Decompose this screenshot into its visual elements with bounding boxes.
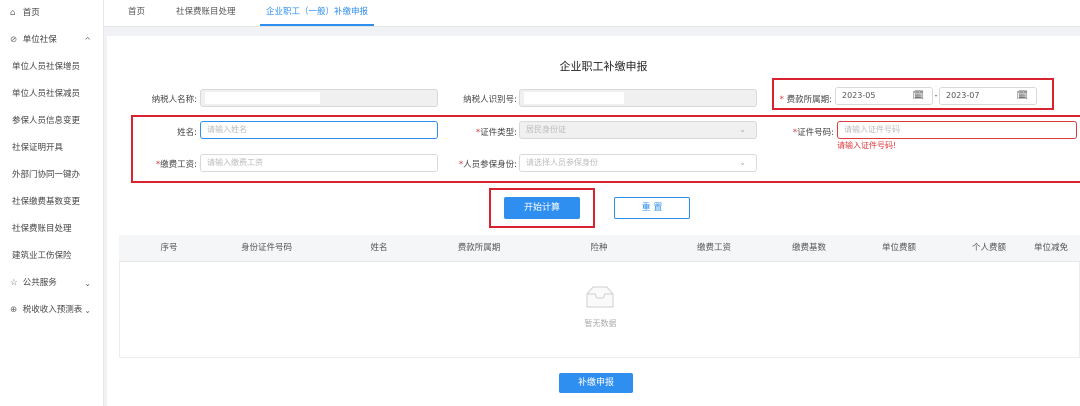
sidebar-item-label: 单位人员社保减员 [12, 89, 81, 99]
name-input[interactable]: 请输入姓名 [200, 121, 438, 139]
calendar-icon[interactable]: 🗓 [913, 88, 924, 104]
tab-supplement-declaration[interactable]: 企业职工（一般）补缴申报 [260, 0, 375, 26]
chart-icon: ⊕ [10, 305, 18, 315]
sidebar-item-label: 单位社保 [22, 35, 57, 45]
taxpayer-id-label: 纳税人识别号: [463, 95, 517, 105]
id-number-label: *证件号码: [792, 128, 834, 138]
sidebar-item-info-change[interactable]: 参保人员信息变更 [0, 108, 103, 135]
table-header: 序号 身份证件号码 姓名 费款所属期 险种 缴费工资 缴费基数 单位费额 个人费… [119, 235, 1080, 262]
column-header: 费款所属期 [457, 243, 501, 253]
sidebar-item-label: 社保证明开具 [12, 143, 64, 153]
sidebar-item-label: 外部门协同一键办 [12, 170, 81, 180]
sidebar-group-tax-forecast[interactable]: ⊕ 税收收入预测表 ⌄ [0, 297, 103, 324]
sidebar-item-add-staff[interactable]: 单位人员社保增员 [0, 54, 103, 81]
sidebar-item-base-change[interactable]: 社保缴费基数变更 [0, 189, 103, 216]
main-content: 企业职工补缴申报 纳税人名称: 纳税人识别号: * 费款所属期: 2023-05… [107, 36, 1080, 406]
sidebar-group-unit-social-security[interactable]: ⊘ 单位社保 ^ [0, 27, 103, 54]
chevron-down-icon: ⌄ [84, 279, 91, 288]
tab-bar: 首页 社保费账目处理 企业职工（一般）补缴申报 [104, 0, 1080, 27]
sidebar-item-label: 单位人员社保增员 [12, 62, 81, 72]
sidebar-item-home[interactable]: ⌂ 首页 [0, 0, 103, 27]
sidebar-item-construction[interactable]: 建筑业工伤保险 [0, 243, 103, 270]
taxpayer-name-field [200, 89, 438, 107]
empty-inbox-icon [586, 286, 614, 308]
sidebar-item-label: 首页 [22, 8, 40, 18]
taxpayer-name-label: 纳税人名称: [151, 95, 197, 105]
wage-label: *缴费工资: [155, 160, 197, 170]
table-body: 暂无数据 [119, 262, 1080, 358]
wage-input[interactable]: 请输入缴费工资 [200, 154, 438, 172]
home-icon: ⌂ [10, 8, 16, 18]
column-header: 缴费工资 [696, 243, 731, 253]
id-type-label: *证件类型: [475, 128, 517, 138]
tab-home[interactable]: 首页 [128, 0, 145, 26]
empty-text: 暂无数据 [584, 319, 617, 328]
chevron-up-icon: ^ [84, 36, 91, 45]
id-number-input[interactable]: 请输入证件号码 [837, 121, 1077, 139]
period-label: * 费款所属期: [779, 95, 832, 105]
identity-select[interactable]: 请选择人员参保身份 ⌄ [519, 154, 757, 172]
tab-account-processing[interactable]: 社保费账目处理 [176, 0, 236, 26]
taxpayer-id-field [519, 89, 757, 107]
chevron-down-icon: ⌄ [739, 125, 746, 134]
redacted-value [524, 91, 624, 104]
sidebar-item-label: 税收收入预测表 [22, 305, 83, 315]
sidebar-item-remove-staff[interactable]: 单位人员社保减员 [0, 81, 103, 108]
column-header: 序号 [160, 243, 178, 253]
id-type-select: 居民身份证 ⌄ [519, 121, 757, 139]
sidebar-item-label: 社保缴费基数变更 [12, 197, 81, 207]
chevron-down-icon: ⌄ [739, 158, 746, 167]
column-header: 险种 [590, 243, 608, 253]
id-number-error: 请输入证件号码! [837, 141, 897, 150]
sidebar-item-label: 社保费账目处理 [12, 224, 72, 234]
column-header: 个人费额 [971, 243, 1006, 253]
period-end-input[interactable]: 2023-07 🗓 [939, 87, 1037, 105]
reset-button[interactable]: 重 置 [614, 197, 690, 219]
calendar-icon[interactable]: 🗓 [1017, 88, 1028, 104]
sidebar: ⌂ 首页 ⊘ 单位社保 ^ 单位人员社保增员 单位人员社保减员 参保人员信息变更… [0, 0, 104, 406]
sidebar-item-label: 公共服务 [22, 278, 57, 288]
period-start-input[interactable]: 2023-05 🗓 [835, 87, 933, 105]
column-header: 身份证件号码 [240, 243, 292, 253]
sidebar-item-certificate[interactable]: 社保证明开具 [0, 135, 103, 162]
page-title: 企业职工补缴申报 [559, 60, 648, 73]
column-header: 姓名 [370, 243, 388, 253]
sidebar-group-public-service[interactable]: ☆ 公共服务 ⌄ [0, 270, 103, 297]
sidebar-item-collab[interactable]: 外部门协同一键办 [0, 162, 103, 189]
sidebar-item-account[interactable]: 社保费账目处理 [0, 216, 103, 243]
calculate-button[interactable]: 开始计算 [504, 197, 580, 219]
sidebar-item-label: 建筑业工伤保险 [12, 251, 72, 261]
name-label: 姓名: [177, 128, 197, 138]
identity-label: *人员参保身份: [458, 160, 517, 170]
shield-icon: ⊘ [10, 35, 18, 45]
submit-declaration-button[interactable]: 补缴申报 [559, 373, 633, 393]
column-header: 单位费额 [881, 243, 916, 253]
chevron-down-icon: ⌄ [84, 306, 91, 315]
star-icon: ☆ [10, 278, 18, 288]
column-header: 缴费基数 [791, 243, 826, 253]
sidebar-item-label: 参保人员信息变更 [12, 116, 81, 126]
redacted-value [205, 91, 320, 104]
column-header: 单位减免 [1034, 243, 1069, 253]
